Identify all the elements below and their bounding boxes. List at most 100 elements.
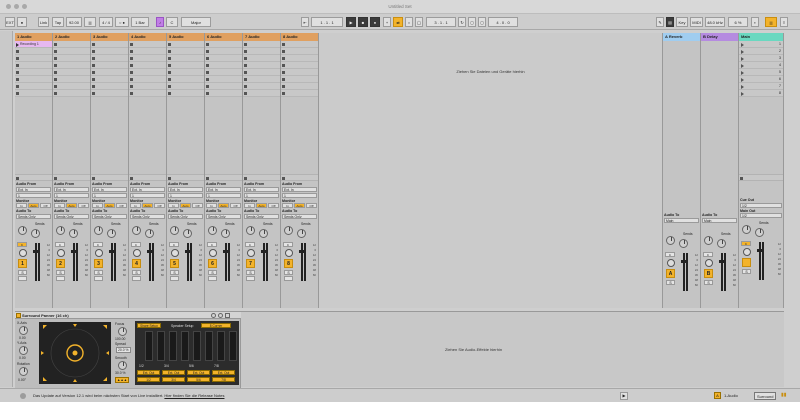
pan-control[interactable]: C <box>283 241 293 247</box>
speaker-setup-select[interactable]: 8 Corner <box>201 323 231 328</box>
pan-control[interactable]: C <box>169 241 179 247</box>
clip-slot[interactable] <box>243 41 280 48</box>
overdub-button[interactable]: + <box>383 17 391 27</box>
solo-button[interactable]: S <box>284 269 293 275</box>
volume-fader[interactable] <box>681 259 686 263</box>
track-activator-button[interactable]: A <box>666 268 675 278</box>
scene-play-icon[interactable] <box>741 91 744 96</box>
clip-slot-area[interactable] <box>243 97 280 174</box>
track-activator-button[interactable]: 2 <box>56 258 65 268</box>
audio-from-select[interactable]: Ext. In <box>206 186 241 192</box>
clip-slot[interactable] <box>167 69 204 76</box>
clip-slot-area[interactable] <box>15 97 52 174</box>
track-stop-button[interactable] <box>243 174 280 181</box>
stop-button[interactable]: ■ <box>358 17 368 27</box>
send-a-knob[interactable] <box>94 225 103 235</box>
clip-slot[interactable] <box>53 83 90 90</box>
draw-mode-icon[interactable]: ✎ <box>656 17 664 27</box>
clip-slot[interactable] <box>167 62 204 69</box>
scene-play-icon[interactable] <box>741 63 744 68</box>
arm-button[interactable] <box>56 275 65 281</box>
menu-icon[interactable]: ≡ <box>780 17 788 27</box>
clip-slot[interactable] <box>129 76 166 83</box>
audio-to-select[interactable]: Sends Only <box>206 213 241 219</box>
scene-play-icon[interactable] <box>741 42 744 47</box>
send-b-knob[interactable] <box>107 228 116 238</box>
device-on-toggle[interactable] <box>16 313 21 318</box>
monitor-off-button[interactable]: Off <box>40 203 51 208</box>
track-stop-button[interactable] <box>167 174 204 181</box>
clip-slot[interactable] <box>243 83 280 90</box>
send-a-knob[interactable] <box>284 225 293 235</box>
volume-fader[interactable] <box>33 249 38 253</box>
solo-button[interactable]: S <box>170 269 179 275</box>
scene-play-icon[interactable] <box>741 84 744 89</box>
solo-button[interactable]: S <box>208 269 217 275</box>
volume-knob[interactable] <box>133 248 141 257</box>
output-select[interactable]: Ext. Out <box>187 370 210 375</box>
audio-from-select[interactable]: Ext. In <box>282 186 317 192</box>
output-select[interactable]: Ext. Out <box>212 370 235 375</box>
surround-pad[interactable] <box>39 322 111 384</box>
input-channel-select[interactable]: 1 <box>282 192 317 198</box>
clip-slot-area[interactable] <box>53 97 90 174</box>
track-stop-button[interactable] <box>205 174 242 181</box>
volume-knob[interactable] <box>209 248 217 257</box>
monitor-in-button[interactable]: In <box>206 203 217 208</box>
scene-launch-button[interactable]: 7 <box>739 83 783 90</box>
volume-fader[interactable] <box>719 259 724 263</box>
link-button[interactable]: Link <box>38 17 49 27</box>
input-channel-select[interactable]: 1 <box>130 192 165 198</box>
arm-button[interactable] <box>284 275 293 281</box>
track-title[interactable]: 6 Audio <box>205 33 242 41</box>
monitor-auto-button[interactable]: Auto <box>28 203 39 208</box>
clip-slot[interactable] <box>281 90 318 97</box>
clip-play-icon[interactable] <box>16 42 19 47</box>
clip-slot[interactable] <box>167 90 204 97</box>
output-pair-select[interactable]: 5/6 <box>187 377 210 382</box>
solo-button[interactable]: S <box>246 269 255 275</box>
volume-knob[interactable] <box>171 248 179 257</box>
input-channel-select[interactable]: 1 <box>16 192 51 198</box>
monitor-in-button[interactable]: In <box>54 203 65 208</box>
scene-play-icon[interactable] <box>741 70 744 75</box>
play-button[interactable]: ▶ <box>346 17 356 27</box>
pan-control[interactable]: C <box>741 241 751 246</box>
release-notes-link[interactable]: Hier finden Sie die Release Notes <box>164 393 224 398</box>
computer-keyboard-icon[interactable]: ▤ <box>666 17 674 27</box>
clip-slot[interactable] <box>91 41 128 48</box>
audio-to-select[interactable]: Sends Only <box>168 213 203 219</box>
volume-knob[interactable] <box>743 248 751 256</box>
save-preset-icon[interactable] <box>225 313 230 318</box>
track-stop-button[interactable] <box>281 174 318 181</box>
monitor-off-button[interactable]: Off <box>154 203 165 208</box>
track-activator-button[interactable]: 3 <box>94 258 103 268</box>
track-activator-button[interactable]: 8 <box>284 258 293 268</box>
send-b-knob[interactable] <box>755 228 764 237</box>
monitor-in-button[interactable]: In <box>282 203 293 208</box>
arm-button[interactable] <box>132 275 141 281</box>
clip-slot[interactable] <box>167 55 204 62</box>
punch-in-button[interactable]: ◻ <box>468 17 476 27</box>
clip-slot[interactable] <box>281 48 318 55</box>
signature-field[interactable]: 4 / 4 <box>99 17 113 27</box>
clip-slot[interactable] <box>205 55 242 62</box>
volume-knob[interactable] <box>57 248 65 257</box>
smooth-knob[interactable] <box>118 361 127 370</box>
tempo-field[interactable]: 92.00 <box>66 17 82 27</box>
return-audio-to-select[interactable]: Main <box>702 217 737 223</box>
track-title[interactable]: 2 Audio <box>53 33 90 41</box>
back-to-arrangement-button[interactable]: ○ <box>405 17 413 27</box>
clip-slot[interactable] <box>91 69 128 76</box>
volume-knob[interactable] <box>285 248 293 257</box>
send-a-knob[interactable] <box>666 235 675 245</box>
track-title[interactable]: 8 Audio <box>281 33 318 41</box>
monitor-auto-button[interactable]: Auto <box>66 203 77 208</box>
clip-slot[interactable] <box>281 55 318 62</box>
cue-out-select[interactable]: 1/2 <box>740 202 782 208</box>
track-stop-button[interactable] <box>53 174 90 181</box>
clip-slot[interactable] <box>281 83 318 90</box>
loop-length-field[interactable]: 4 . 0 . 0 <box>488 17 518 27</box>
tempo-nudge[interactable]: ||| <box>84 17 96 27</box>
clip-slot[interactable] <box>15 48 52 55</box>
